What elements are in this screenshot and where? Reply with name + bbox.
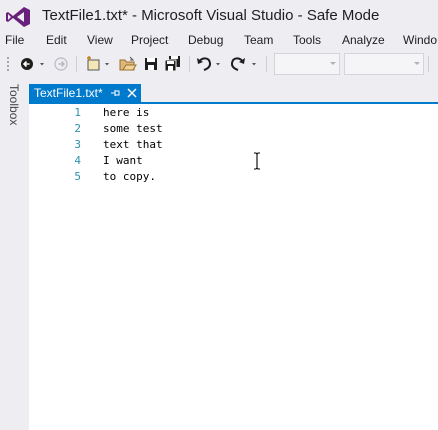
title-bar: TextFile1.txt* - Microsoft Visual Studio… xyxy=(0,0,438,32)
new-project-button[interactable] xyxy=(84,55,114,73)
line-text[interactable]: some test xyxy=(103,122,163,135)
undo-icon xyxy=(197,57,220,71)
standard-toolbar xyxy=(0,50,438,78)
solution-configuration-dropdown[interactable] xyxy=(274,53,340,75)
toolbar-grip[interactable] xyxy=(6,56,10,72)
editor-line: 1 here is xyxy=(29,105,438,121)
editor-line: 4 I want xyxy=(29,153,438,169)
line-text[interactable]: I want xyxy=(103,154,143,167)
toolbar-separator xyxy=(266,56,267,72)
forward-arrow-icon xyxy=(54,57,68,71)
save-icon xyxy=(145,58,157,70)
menu-team[interactable]: Team xyxy=(244,33,273,47)
new-project-icon xyxy=(87,56,109,71)
line-text[interactable]: text that xyxy=(103,138,163,151)
toolbar-separator xyxy=(76,56,77,72)
menu-analyze[interactable]: Analyze xyxy=(342,33,385,47)
menu-edit[interactable]: Edit xyxy=(46,33,67,47)
document-tab-label: TextFile1.txt* xyxy=(34,86,103,100)
menu-tools[interactable]: Tools xyxy=(293,33,321,47)
line-text[interactable]: here is xyxy=(103,106,149,119)
save-button[interactable] xyxy=(142,55,160,73)
menu-debug[interactable]: Debug xyxy=(188,33,223,47)
undo-button[interactable] xyxy=(195,55,225,73)
toolbar-separator xyxy=(189,56,190,72)
editor-line: 3 text that xyxy=(29,137,438,153)
editor-line: 2 some test xyxy=(29,121,438,137)
menu-window[interactable]: Windo xyxy=(403,33,437,47)
close-icon[interactable] xyxy=(126,87,138,99)
editor-line: 5 to copy. xyxy=(29,169,438,185)
back-arrow-icon xyxy=(21,58,44,70)
open-file-icon xyxy=(119,56,137,71)
chevron-down-icon xyxy=(330,62,336,65)
save-all-button[interactable] xyxy=(163,55,183,73)
redo-icon xyxy=(230,57,256,71)
line-number: 2 xyxy=(74,122,81,135)
line-number: 4 xyxy=(74,154,81,167)
menu-project[interactable]: Project xyxy=(131,33,168,47)
document-tab[interactable]: TextFile1.txt* xyxy=(29,84,141,103)
visual-studio-logo-icon xyxy=(6,7,30,27)
ibeam-cursor-icon xyxy=(254,152,260,170)
pin-icon[interactable] xyxy=(109,85,121,101)
toolbox-tab[interactable]: Toolbox xyxy=(7,84,21,125)
open-file-button[interactable] xyxy=(118,55,138,73)
menu-file[interactable]: File xyxy=(5,33,24,47)
redo-button[interactable] xyxy=(229,55,261,73)
toolbar-separator xyxy=(428,56,429,72)
line-number: 3 xyxy=(74,138,81,151)
menu-bar: File Edit View Project Debug Team Tools … xyxy=(0,32,438,48)
navigate-back-button[interactable] xyxy=(18,55,48,73)
line-number: 5 xyxy=(74,170,81,183)
document-tab-row: TextFile1.txt* xyxy=(29,84,438,103)
line-text[interactable]: to copy. xyxy=(103,170,156,183)
text-editor[interactable]: 1 here is 2 some test 3 text that 4 I wa… xyxy=(29,104,438,430)
navigate-forward-button[interactable] xyxy=(52,55,70,73)
toolbox-strip xyxy=(0,80,26,430)
line-number: 1 xyxy=(74,106,81,119)
save-all-icon xyxy=(164,56,180,72)
menu-view[interactable]: View xyxy=(87,33,113,47)
window-title: TextFile1.txt* - Microsoft Visual Studio… xyxy=(42,7,380,24)
chevron-down-icon xyxy=(414,62,420,65)
solution-platform-dropdown[interactable] xyxy=(344,53,424,75)
